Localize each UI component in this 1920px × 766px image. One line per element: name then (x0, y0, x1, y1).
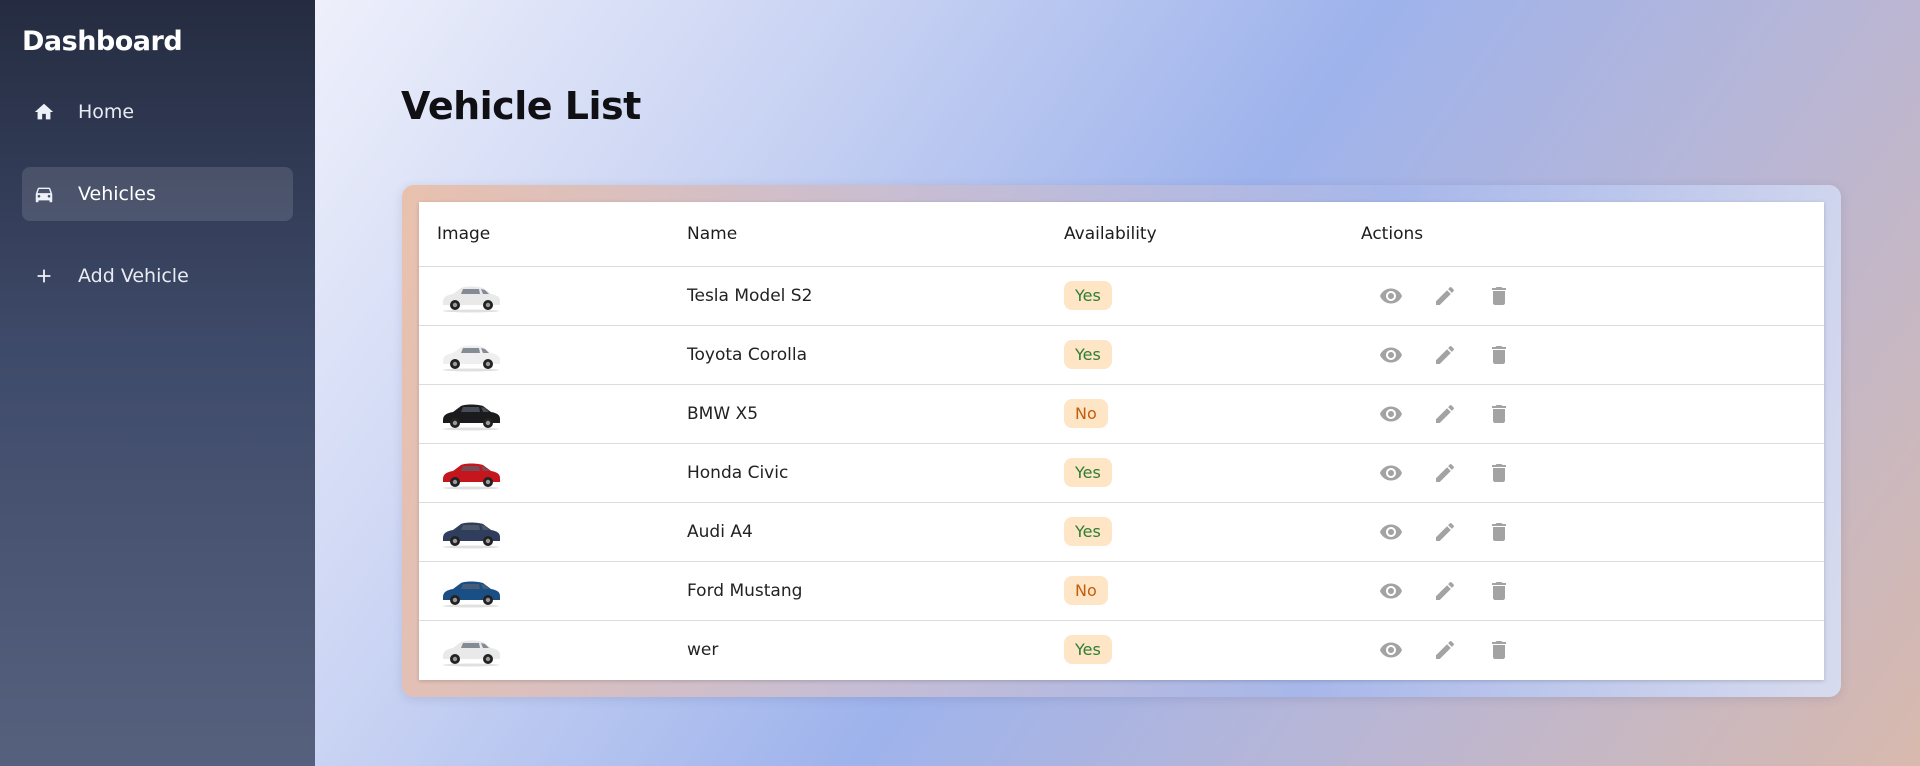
table-row: Tesla Model S2 Yes (419, 266, 1824, 326)
delete-button[interactable] (1483, 575, 1515, 607)
delete-button[interactable] (1483, 398, 1515, 430)
pencil-icon (1436, 640, 1454, 659)
table-header-row: Image Name Availability Actions (419, 202, 1824, 267)
edit-button[interactable] (1429, 575, 1461, 607)
trash-icon (1492, 581, 1506, 600)
delete-button[interactable] (1483, 634, 1515, 666)
pencil-icon (1436, 581, 1454, 600)
pencil-icon (1436, 286, 1454, 305)
trash-icon (1492, 463, 1506, 482)
trash-icon (1492, 345, 1506, 364)
vehicle-name: Tesla Model S2 (669, 266, 1046, 326)
row-actions (1361, 634, 1824, 666)
pencil-icon (1436, 463, 1454, 482)
row-actions (1361, 457, 1824, 489)
edit-button[interactable] (1429, 634, 1461, 666)
eye-icon (1380, 465, 1402, 480)
table-row: Audi A4 Yes (419, 502, 1824, 562)
trash-icon (1492, 640, 1506, 659)
view-button[interactable] (1375, 516, 1407, 548)
vehicle-name: wer (687, 639, 719, 660)
car-thumbnail (443, 581, 500, 607)
car-thumbnail (443, 463, 500, 489)
column-header-actions: Actions (1343, 202, 1824, 267)
eye-icon (1380, 347, 1402, 362)
sidebar-item-add-vehicle[interactable]: Add Vehicle (22, 249, 293, 303)
view-button[interactable] (1375, 339, 1407, 371)
row-actions (1361, 575, 1824, 607)
home-icon (32, 100, 56, 124)
vehicle-table: Image Name Availability Actions Tesla Mo… (419, 202, 1824, 679)
row-actions (1361, 280, 1824, 312)
view-button[interactable] (1375, 634, 1407, 666)
vehicle-table-card: Image Name Availability Actions Tesla Mo… (419, 202, 1824, 680)
page-title: Vehicle List (401, 84, 641, 128)
view-button[interactable] (1375, 398, 1407, 430)
table-row: Ford Mustang No (419, 561, 1824, 621)
table-row: wer Yes (419, 620, 1824, 679)
availability-badge: Yes (1064, 340, 1112, 369)
sidebar-item-label: Home (78, 101, 135, 123)
sidebar-item-home[interactable]: Home (22, 85, 293, 139)
table-row: BMW X5 No (419, 384, 1824, 444)
sidebar: Dashboard Home Vehicles Add Vehicle (0, 0, 315, 766)
trash-icon (1492, 404, 1506, 423)
car-thumbnail (443, 404, 500, 430)
vehicle-name: Ford Mustang (669, 561, 1046, 621)
view-button[interactable] (1375, 575, 1407, 607)
sidebar-item-vehicles[interactable]: Vehicles (22, 167, 293, 221)
edit-button[interactable] (1429, 339, 1461, 371)
pencil-icon (1436, 522, 1454, 541)
availability-badge: No (1064, 576, 1108, 605)
vehicle-name: Toyota Corolla (669, 325, 1046, 385)
availability-badge: Yes (1064, 458, 1112, 487)
availability-badge: No (1064, 399, 1108, 428)
eye-icon (1380, 583, 1402, 598)
car-icon (32, 182, 56, 206)
column-header-availability: Availability (1046, 202, 1343, 267)
car-thumbnail (443, 286, 500, 312)
eye-icon (1380, 524, 1402, 539)
vehicle-name: Audi A4 (669, 502, 1046, 562)
car-thumbnail (443, 345, 500, 371)
pencil-icon (1436, 404, 1454, 423)
car-thumbnail (443, 640, 500, 667)
table-frame: Image Name Availability Actions Tesla Mo… (402, 185, 1841, 697)
delete-button[interactable] (1483, 516, 1515, 548)
row-actions (1361, 339, 1824, 371)
eye-icon (1380, 406, 1402, 421)
edit-button[interactable] (1429, 280, 1461, 312)
edit-button[interactable] (1429, 457, 1461, 489)
trash-icon (1492, 286, 1506, 305)
vehicle-name: Honda Civic (669, 443, 1046, 503)
brand-title: Dashboard (22, 26, 183, 57)
edit-button[interactable] (1429, 516, 1461, 548)
row-actions (1361, 398, 1824, 430)
delete-button[interactable] (1483, 457, 1515, 489)
eye-icon (1380, 642, 1402, 658)
availability-badge: Yes (1064, 635, 1112, 665)
delete-button[interactable] (1483, 339, 1515, 371)
table-row: Toyota Corolla Yes (419, 325, 1824, 385)
view-button[interactable] (1375, 280, 1407, 312)
row-actions (1361, 516, 1824, 548)
table-row: Honda Civic Yes (419, 443, 1824, 503)
column-header-image: Image (419, 202, 669, 267)
view-button[interactable] (1375, 457, 1407, 489)
edit-button[interactable] (1429, 398, 1461, 430)
pencil-icon (1436, 345, 1454, 364)
sidebar-item-label: Vehicles (78, 183, 156, 205)
availability-badge: Yes (1064, 517, 1112, 546)
eye-icon (1380, 288, 1402, 303)
plus-icon (32, 264, 56, 288)
delete-button[interactable] (1483, 280, 1515, 312)
main-content: Vehicle List Image Name Availability Act… (315, 0, 1920, 766)
car-thumbnail (443, 522, 500, 548)
availability-badge: Yes (1064, 281, 1112, 310)
column-header-name: Name (669, 202, 1046, 267)
sidebar-item-label: Add Vehicle (78, 265, 189, 287)
trash-icon (1492, 522, 1506, 541)
vehicle-name: BMW X5 (669, 384, 1046, 444)
